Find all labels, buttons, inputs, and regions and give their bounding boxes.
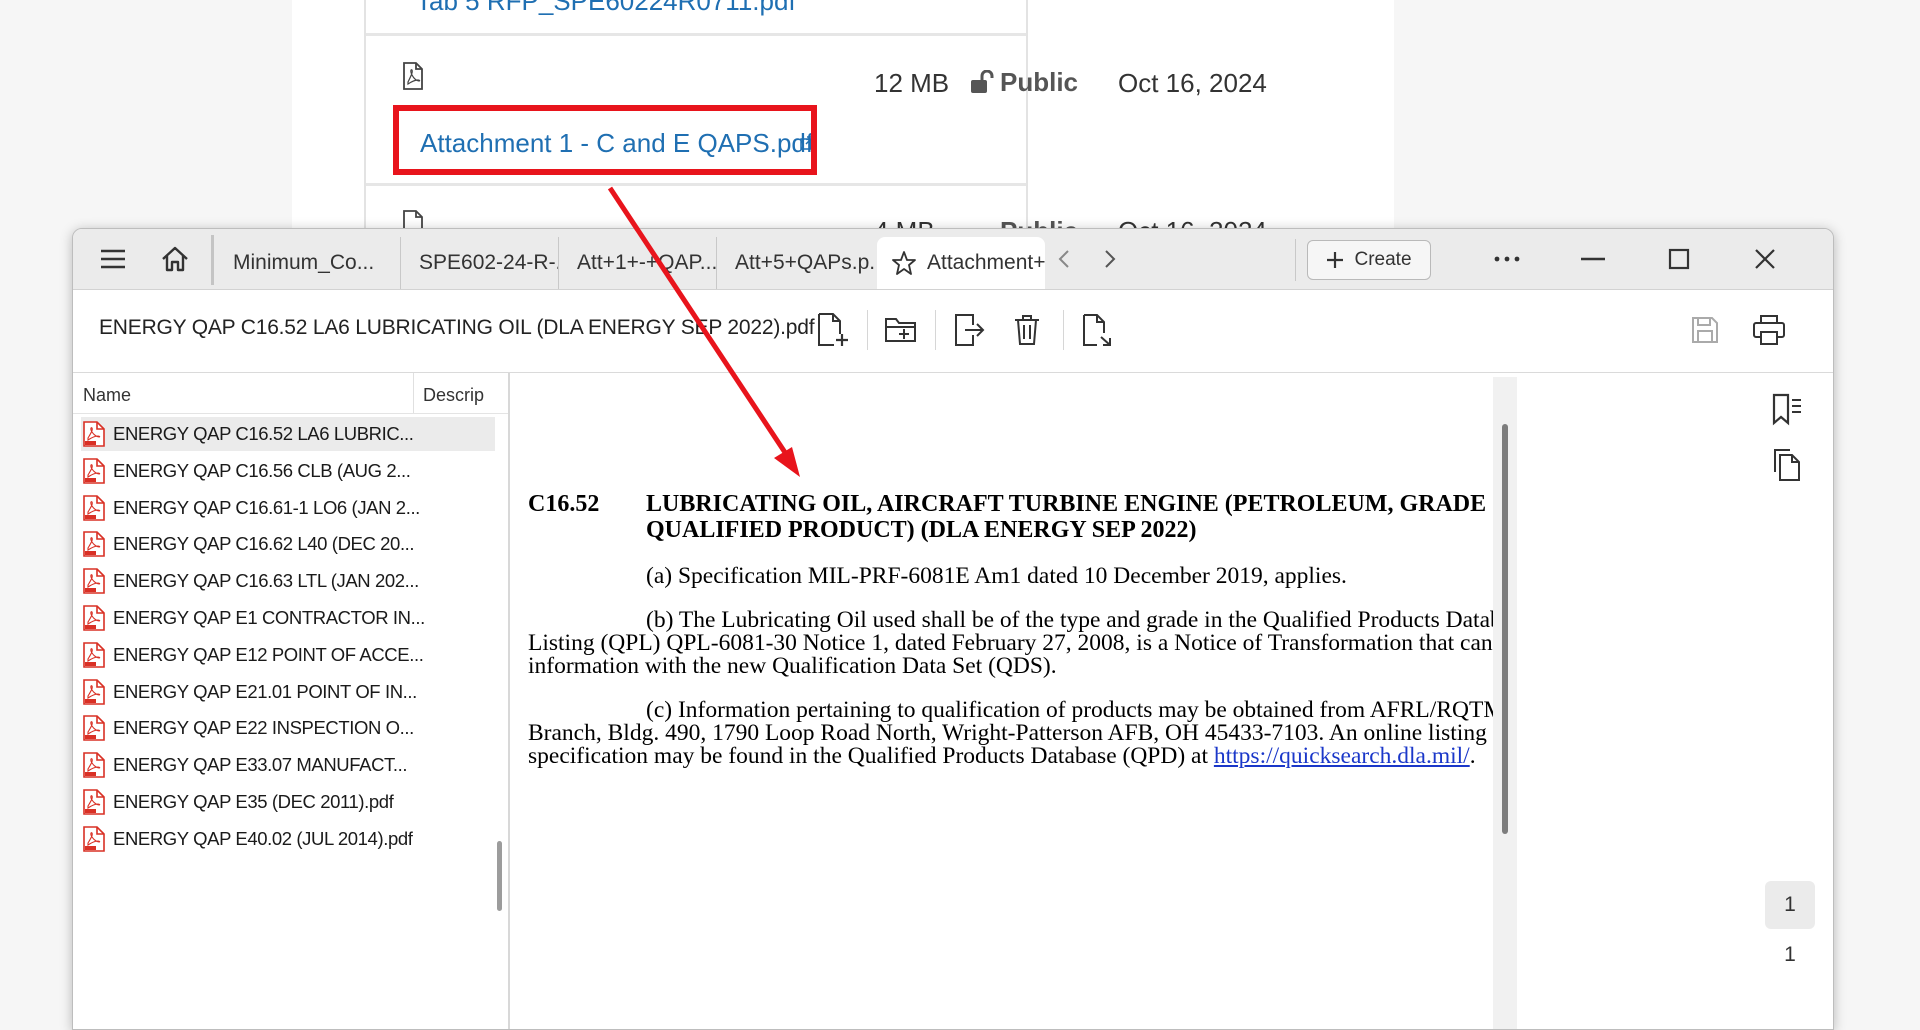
pdf-file-icon xyxy=(83,825,105,852)
file-list-item[interactable]: ENERGY QAP C16.52 LA6 LUBRIC... xyxy=(81,417,495,451)
highlight-annotation-box xyxy=(393,105,817,175)
pdf-file-icon xyxy=(83,457,105,484)
bookmarks-icon[interactable] xyxy=(1767,389,1807,429)
plus-icon xyxy=(1327,252,1344,268)
menu-icon[interactable] xyxy=(93,239,133,279)
tab-label: Attachment+1 xyxy=(927,251,1045,274)
trash-icon[interactable] xyxy=(1007,310,1047,350)
file-name: ENERGY QAP C16.56 CLB (AUG 2... xyxy=(113,459,411,481)
viewer-toolbar: ENERGY QAP C16.52 LA6 LUBRICATING OIL (D… xyxy=(73,290,1833,373)
folder-add-icon[interactable] xyxy=(881,310,921,350)
column-header-name[interactable]: Name xyxy=(83,385,131,406)
attachment-size: 12 MB xyxy=(874,68,950,98)
file-name: ENERGY QAP C16.52 LA6 LUBRIC... xyxy=(113,423,414,444)
file-list-header: Name Descrip xyxy=(73,373,508,414)
attachment-visibility: Public xyxy=(1000,67,1079,97)
tab-divider xyxy=(211,235,214,285)
pdf-viewer-window: Minimum_Co... SPE602-24-R-... Att+1+-+QA… xyxy=(72,228,1834,1030)
print-icon[interactable] xyxy=(1749,310,1789,350)
tab-label: SPE602-24-R-... xyxy=(419,251,559,274)
pdf-file-icon xyxy=(83,494,105,521)
file-name: ENERGY QAP C16.62 L40 (DEC 20... xyxy=(113,533,415,555)
attachment-link-previous[interactable]: Tab 5 RFP_SPE60224R0711.pdf xyxy=(416,0,796,17)
doc-title-line1: LUBRICATING OIL, AIRCRAFT TURBINE ENGINE… xyxy=(646,491,1506,517)
file-list-item[interactable]: ENERGY QAP E12 POINT OF ACCE... xyxy=(81,638,495,672)
file-name: ENERGY QAP C16.61-1 LO6 (JAN 2... xyxy=(113,496,420,518)
file-name: ENERGY QAP C16.63 LTL (JAN 202... xyxy=(113,570,419,592)
pdf-file-icon xyxy=(83,678,105,705)
pdf-file-icon xyxy=(83,605,105,631)
close-icon[interactable] xyxy=(1745,239,1785,279)
pdf-file-icon xyxy=(83,421,105,447)
tab-att5-qaps[interactable]: Att+5+QAPs.p... xyxy=(717,237,877,289)
file-name: ENERGY QAP E1 CONTRACTOR IN... xyxy=(113,607,425,628)
tab-label: Att+1+-+QAP... xyxy=(577,251,717,274)
tab-label: Att+5+QAPs.p... xyxy=(735,251,877,274)
chevron-right-icon[interactable] xyxy=(1091,239,1129,279)
doc-para-c-line3: specification may be found in the Qualif… xyxy=(528,743,1476,769)
tab-label: Minimum_Co... xyxy=(233,251,375,274)
doc-para-b-line3: information with the new Qualification D… xyxy=(528,653,1057,679)
doc-para-a: (a) Specification MIL-PRF-6081E Am1 date… xyxy=(646,563,1347,589)
document-view: C16.52 LUBRICATING OIL, AIRCRAFT TURBINE… xyxy=(510,373,1506,1029)
attachment-card-previous: Tab 5 RFP_SPE60224R0711.pdf xyxy=(364,0,1028,36)
create-label: Create xyxy=(1354,249,1412,270)
file-list-pane: Name Descrip ENERGY QAP C16.52 LA6 LUBRI… xyxy=(73,373,510,1029)
file-name: ENERGY QAP E33.07 MANUFACT... xyxy=(113,754,408,776)
save-icon[interactable] xyxy=(1685,310,1725,350)
document-filename: ENERGY QAP C16.52 LA6 LUBRICATING OIL (D… xyxy=(99,316,815,339)
pdf-file-icon xyxy=(83,752,105,778)
page-count: 1 xyxy=(1784,943,1796,966)
tab-divider xyxy=(1295,239,1296,281)
tab-minimum-co[interactable]: Minimum_Co... xyxy=(215,237,401,289)
file-list-item[interactable]: ENERGY QAP E21.01 POINT OF IN... xyxy=(81,675,495,709)
file-name: ENERGY QAP E35 (DEC 2011).pdf xyxy=(113,791,394,812)
file-list-item[interactable]: ENERGY QAP E35 (DEC 2011).pdf xyxy=(81,785,495,819)
file-list-item[interactable]: ENERGY QAP C16.62 L40 (DEC 20... xyxy=(81,527,495,561)
chevron-left-icon[interactable] xyxy=(1045,239,1083,279)
file-name: ENERGY QAP E12 POINT OF ACCE... xyxy=(113,643,424,665)
pdf-file-icon xyxy=(83,568,105,594)
attachment-date: Oct 16, 2024 xyxy=(1118,68,1267,98)
tab-att1-qap[interactable]: Att+1+-+QAP... xyxy=(559,237,717,289)
tab-spe602[interactable]: SPE602-24-R-... xyxy=(401,237,559,289)
file-list-scrollbar[interactable] xyxy=(497,841,502,911)
tab-bar: Minimum_Co... SPE602-24-R-... Att+1+-+QA… xyxy=(73,229,1833,290)
column-header-description[interactable]: Descrip xyxy=(423,385,484,406)
minimize-icon[interactable] xyxy=(1573,239,1613,279)
file-list-item[interactable]: ENERGY QAP C16.61-1 LO6 (JAN 2... xyxy=(81,491,495,525)
doc-section-code: C16.52 xyxy=(528,491,600,517)
file-name: ENERGY QAP E21.01 POINT OF IN... xyxy=(113,680,417,702)
pages-icon[interactable] xyxy=(1767,445,1807,485)
file-list-item[interactable]: ENERGY QAP E33.07 MANUFACT... xyxy=(81,748,495,782)
doc-title-line2: QUALIFIED PRODUCT) (DLA ENERGY SEP 2022) xyxy=(646,517,1197,543)
file-name: ENERGY QAP E22 INSPECTION O... xyxy=(113,717,414,739)
export-icon[interactable] xyxy=(949,310,989,350)
unlock-icon xyxy=(970,69,996,99)
file-name: ENERGY QAP E40.02 (JUL 2014).pdf xyxy=(113,827,413,849)
file-list-item[interactable]: ENERGY QAP C16.63 LTL (JAN 202... xyxy=(81,564,495,598)
file-list-item[interactable]: ENERGY QAP E22 INSPECTION O... xyxy=(81,711,495,745)
new-file-icon[interactable] xyxy=(813,310,853,350)
file-list-item[interactable]: ENERGY QAP E40.02 (JUL 2014).pdf xyxy=(81,822,495,856)
pdf-file-icon xyxy=(83,641,105,668)
pdf-file-icon xyxy=(83,789,105,815)
pdf-file-icon xyxy=(83,715,105,742)
pdf-file-icon xyxy=(83,531,105,558)
star-icon[interactable] xyxy=(891,250,917,276)
qpd-link[interactable]: https://quicksearch.dla.mil/ xyxy=(1214,743,1470,769)
tab-attachment1-active[interactable]: Attachment+1 xyxy=(877,237,1045,289)
current-page-box[interactable]: 1 xyxy=(1765,881,1815,929)
create-button[interactable]: Create xyxy=(1307,240,1431,280)
file-list-item[interactable]: ENERGY QAP E1 CONTRACTOR IN... xyxy=(81,601,495,635)
home-icon[interactable] xyxy=(155,239,195,279)
file-move-icon[interactable] xyxy=(1077,310,1117,350)
more-options-icon[interactable] xyxy=(1487,239,1527,279)
file-list-item[interactable]: ENERGY QAP C16.56 CLB (AUG 2... xyxy=(81,454,495,488)
document-scroll-thumb[interactable] xyxy=(1502,424,1508,834)
pdf-file-icon xyxy=(403,62,423,90)
maximize-icon[interactable] xyxy=(1659,239,1699,279)
